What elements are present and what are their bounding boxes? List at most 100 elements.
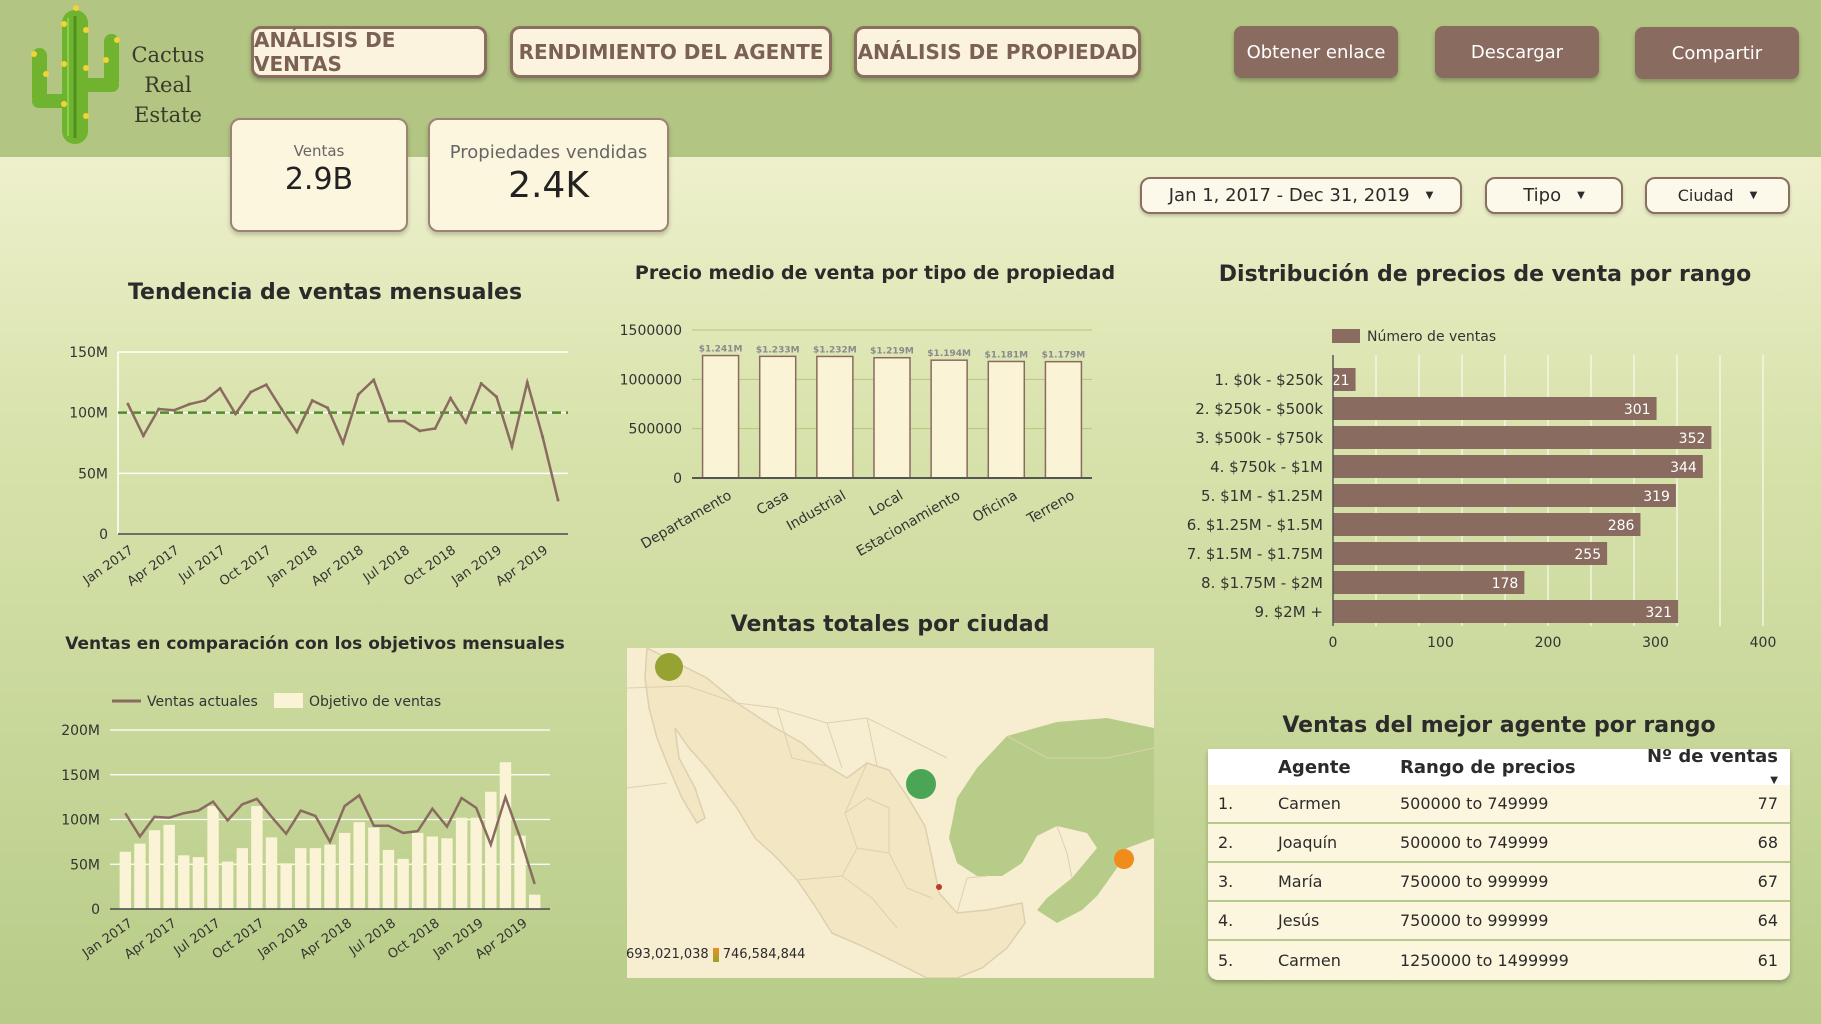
y-tick-label: 8. $1.75M - $2M: [1201, 574, 1323, 592]
chevron-down-icon: ▼: [1577, 190, 1585, 201]
bar: [295, 848, 307, 909]
city-map-title: Ventas totales por ciudad: [730, 612, 1050, 637]
map-legend-min: 693,021,038: [626, 947, 709, 962]
table-row[interactable]: 4. Jesús 750000 to 999999 64: [1208, 902, 1790, 941]
ciudad-filter[interactable]: Ciudad ▼: [1645, 177, 1790, 214]
tab-rendimiento-del-agente[interactable]: RENDIMIENTO DEL AGENTE: [510, 26, 832, 78]
agents-table: Agente Rango de precios Nº de ventas ▼ 1…: [1208, 749, 1790, 980]
bar: [1333, 426, 1712, 449]
data-label: 255: [1574, 547, 1601, 563]
table-row[interactable]: 5. Carmen 1250000 to 1499999 61: [1208, 941, 1790, 980]
chevron-down-icon: ▼: [1425, 190, 1434, 201]
bar: [119, 851, 132, 909]
kpi-propiedades-card: Propiedades vendidas 2.4K: [428, 118, 669, 232]
data-point: [402, 419, 406, 423]
col-header-rango[interactable]: Rango de precios: [1400, 757, 1636, 778]
x-tick-label: 300: [1642, 635, 1669, 651]
sort-desc-icon: ▼: [1770, 775, 1778, 786]
bar: [1333, 484, 1676, 507]
bar: [987, 360, 1026, 479]
data-point: [495, 395, 499, 399]
x-tick-label: Industrial: [784, 488, 849, 535]
tab-analisis-de-ventas[interactable]: ANÁLISIS DE VENTAS: [251, 26, 487, 78]
col-header-ventas[interactable]: Nº de ventas ▼: [1636, 749, 1778, 788]
bar: [441, 838, 453, 909]
data-label: $1.241M: [699, 345, 743, 355]
city-bubble[interactable]: [1114, 849, 1134, 869]
bar: [178, 855, 190, 909]
bar: [207, 806, 219, 909]
legend-bar-swatch: [274, 693, 303, 708]
x-tick-label: Apr 2018: [309, 543, 367, 590]
x-tick-label: 0: [1329, 635, 1338, 651]
x-tick-label: Local: [867, 488, 906, 520]
data-label: 344: [1670, 460, 1697, 476]
share-button[interactable]: Compartir: [1635, 27, 1799, 79]
data-point: [126, 402, 130, 406]
y-tick-label: 4. $750k - $1M: [1210, 458, 1323, 476]
y-tick-label: 7. $1.5M - $1.75M: [1187, 545, 1323, 563]
city-bubble[interactable]: [906, 769, 936, 799]
bar: [353, 822, 365, 909]
y-tick-label: 9. $2M +: [1255, 603, 1323, 621]
bar: [499, 762, 512, 909]
tab-analisis-de-propiedad[interactable]: ANÁLISIS DE PROPIEDAD: [854, 26, 1141, 78]
bar: [873, 356, 911, 479]
bar: [426, 836, 439, 909]
chevron-down-icon: ▼: [1749, 190, 1758, 201]
map-color-legend: 693,021,038 746,584,844: [626, 947, 805, 962]
city-bubble[interactable]: [655, 653, 683, 681]
y-tick-label: 0: [673, 471, 682, 487]
table-row[interactable]: 3. María 750000 to 999999 67: [1208, 863, 1790, 902]
data-point: [172, 408, 176, 412]
y-tick-label: 50M: [70, 857, 100, 873]
data-label: $1.194M: [927, 349, 971, 359]
data-label: 21: [1332, 373, 1350, 389]
y-tick-label: 500000: [629, 422, 682, 438]
data-point: [187, 402, 191, 406]
bar: [280, 863, 292, 909]
x-tick-label: Apr 2019: [493, 543, 551, 590]
legend-swatch: [1332, 329, 1360, 343]
download-button[interactable]: Descargar: [1435, 26, 1599, 78]
bar: [470, 817, 482, 909]
y-tick-label: 2. $250k - $500k: [1195, 400, 1323, 418]
data-label: $1.232M: [813, 345, 857, 355]
x-tick-label: Estacionamiento: [854, 488, 963, 560]
kpi-ventas-label: Ventas: [293, 142, 345, 160]
data-point: [326, 406, 330, 410]
y-tick-label: 3. $500k - $750k: [1195, 429, 1323, 447]
data-point: [203, 399, 207, 403]
y-tick-label: 50M: [78, 466, 108, 482]
monthly-trend-chart: 150M100M50M0Jan 2017Apr 2017Jul 2017Oct …: [69, 345, 568, 590]
map-legend-max: 746,584,844: [722, 947, 806, 962]
table-row[interactable]: 2. Joaquín 500000 to 749999 68: [1208, 824, 1790, 863]
y-tick-label: 6. $1.25M - $1.5M: [1187, 516, 1323, 534]
cactus-logo-icon: [31, 5, 120, 144]
data-label: 301: [1624, 402, 1651, 418]
agents-table-title: Ventas del mejor agente por rango: [1282, 713, 1716, 738]
date-range-filter[interactable]: Jan 1, 2017 - Dec 31, 2019 ▼: [1140, 177, 1462, 214]
y-tick-label: 150M: [61, 768, 100, 784]
table-row[interactable]: 1. Carmen 500000 to 749999 77: [1208, 785, 1790, 824]
col-header-agente[interactable]: Agente: [1278, 757, 1400, 778]
data-label: 178: [1492, 576, 1519, 592]
y-tick-label: 0: [99, 527, 108, 543]
data-point: [449, 396, 452, 400]
city-sales-map[interactable]: [627, 648, 1154, 978]
get-link-button[interactable]: Obtener enlace: [1234, 26, 1398, 78]
x-tick-label: 400: [1750, 635, 1777, 651]
kpi-propiedades-label: Propiedades vendidas: [449, 142, 648, 163]
bar: [163, 824, 175, 909]
y-tick-label: 100M: [61, 813, 100, 829]
price-distribution-title: Distribución de precios de venta por ran…: [1218, 262, 1752, 287]
x-tick-label: Oficina: [970, 488, 1020, 526]
city-bubble[interactable]: [936, 884, 942, 890]
tipo-filter[interactable]: Tipo ▼: [1485, 177, 1623, 214]
bar: [324, 844, 336, 909]
y-tick-label: 1. $0k - $250k: [1214, 371, 1323, 389]
price-distribution-chart: Número de ventas 0 100 200 300 400 21 1. $0k - …: [1187, 329, 1777, 651]
y-tick-label: 1000000: [620, 372, 682, 388]
data-point: [218, 386, 222, 390]
monthly-trend-title: Tendencia de ventas mensuales: [127, 280, 523, 305]
